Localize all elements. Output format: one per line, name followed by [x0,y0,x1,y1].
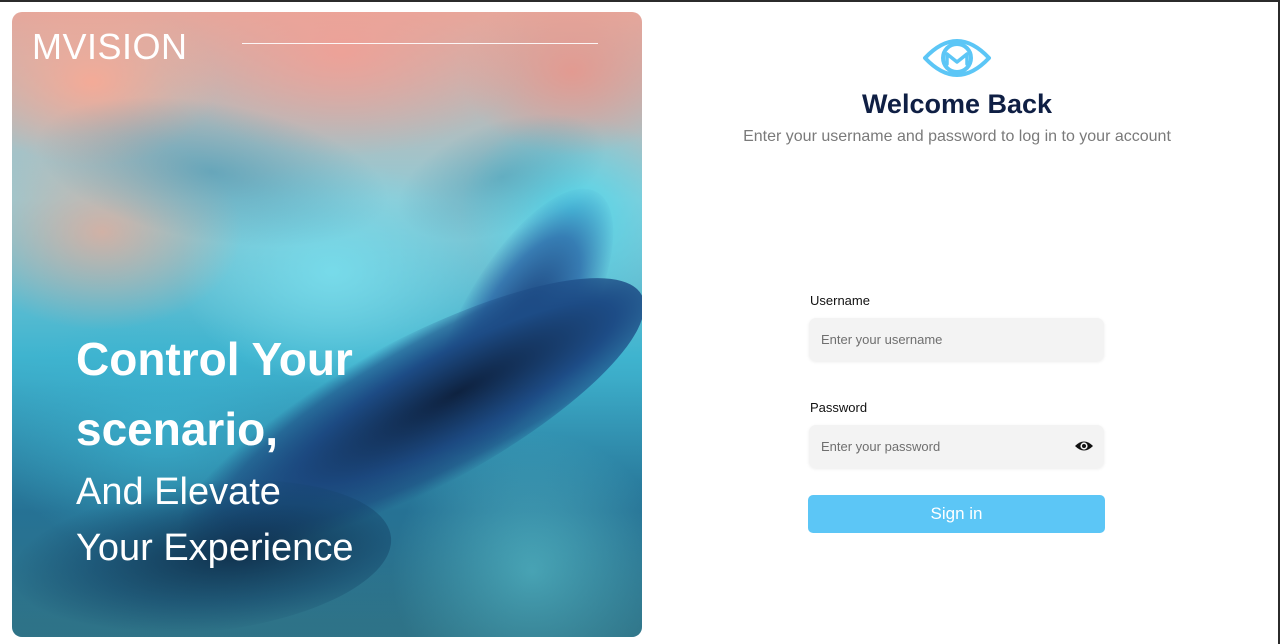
brand-name: MVISION [32,26,188,67]
username-label: Username [810,293,870,308]
page-title: Welcome Back [861,89,1053,119]
username-input[interactable] [809,318,1104,361]
password-field-container [809,425,1104,468]
eye-icon[interactable] [1074,437,1094,455]
page-subtitle: Enter your username and password to log … [743,128,1171,145]
headline-line-1: Control Your [76,333,353,385]
password-label: Password [810,400,868,415]
password-input[interactable] [809,425,1104,468]
subline-line-2: Your Experience [76,527,354,569]
headline-line-2: scenario, [76,403,278,455]
hero-tagline: Control Your scenario, And Elevate Your … [76,324,596,576]
hero-art-shape [22,71,402,273]
hero-panel: MVISION Control Your scenario, And Eleva… [12,12,642,637]
subline-line-1: And Elevate [76,471,281,513]
username-field-container [809,318,1104,361]
brand-divider [242,43,598,44]
page: MVISION Control Your scenario, And Eleva… [0,0,1280,644]
sign-in-button[interactable]: Sign in [808,495,1105,533]
eye-logo-icon [921,30,993,86]
